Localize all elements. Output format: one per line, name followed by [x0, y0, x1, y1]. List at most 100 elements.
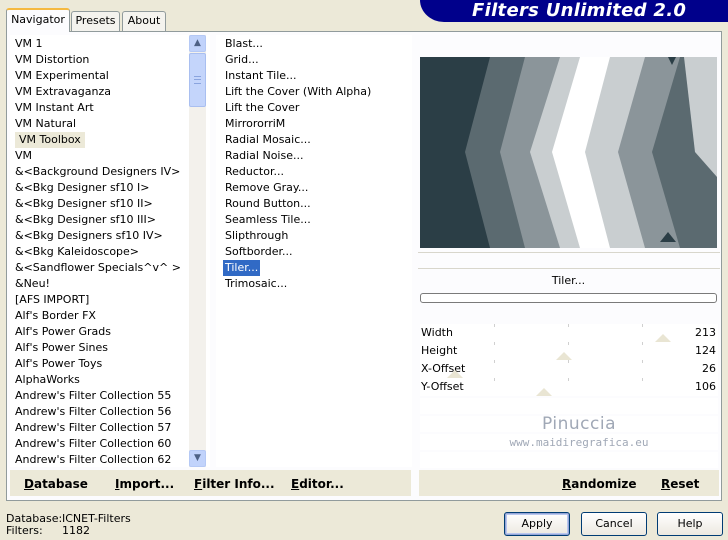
filter-info-button[interactable]: Filter Info...	[194, 476, 275, 492]
category-item[interactable]: Andrew's Filter Collection 57	[15, 420, 171, 436]
filters-label: Filters:	[6, 524, 43, 537]
slider-tick	[494, 324, 495, 327]
param-label: Height	[421, 344, 458, 357]
param-empty-row	[420, 452, 718, 468]
category-scrollbar[interactable]: ▲ ▼	[189, 35, 206, 467]
category-item[interactable]: &Neu!	[15, 276, 50, 292]
tab-about[interactable]: About	[122, 11, 166, 31]
category-item[interactable]: VM Experimental	[15, 68, 109, 84]
filter-item[interactable]: Slipthrough	[225, 228, 288, 244]
import-button[interactable]: Import...	[115, 476, 174, 492]
category-item[interactable]: [AFS IMPORT]	[15, 292, 89, 308]
category-item[interactable]: VM Extravaganza	[15, 84, 111, 100]
category-item[interactable]: &<Bkg Kaleidoscope>	[15, 244, 139, 260]
filter-item[interactable]: Round Button...	[225, 196, 311, 212]
scroll-down-button[interactable]: ▼	[189, 450, 206, 467]
category-item[interactable]: Andrew's Filter Collection 56	[15, 404, 171, 420]
editor-button[interactable]: Editor...	[291, 476, 344, 492]
slider-tick	[494, 378, 495, 381]
filter-item[interactable]: Radial Noise...	[225, 148, 303, 164]
slider-tick	[642, 342, 643, 345]
slider-pointer[interactable]	[655, 334, 672, 342]
param-label: Width	[421, 326, 453, 339]
slider-pointer[interactable]	[556, 352, 573, 360]
watermark-url: www.maidiregrafica.eu	[509, 436, 649, 449]
filter-item[interactable]: Lift the Cover	[225, 100, 299, 116]
help-button[interactable]: Help	[657, 512, 723, 536]
category-list[interactable]: VM 1 VM Distortion VM Experimental VM Extra…	[10, 35, 210, 467]
slider-pointer[interactable]	[446, 370, 463, 378]
filter-item[interactable]: Grid...	[225, 52, 259, 68]
category-item[interactable]: VM Instant Art	[15, 100, 94, 116]
app-title: Filters Unlimited 2.0	[472, 0, 687, 21]
chevron-down-icon: ▼	[194, 453, 201, 463]
param-value[interactable]: 124	[695, 342, 716, 360]
progress-bar	[420, 293, 717, 303]
param-value[interactable]: 213	[695, 324, 716, 342]
chevron-up-icon: ▲	[194, 38, 201, 48]
category-item[interactable]: &<Bkg Designer sf10 II>	[15, 196, 153, 212]
category-item[interactable]: Andrew's Filter Collection 62	[15, 452, 171, 467]
tab-presets[interactable]: Presets	[71, 11, 120, 31]
filter-item[interactable]: Radial Mosaic...	[225, 132, 311, 148]
category-item[interactable]: VM	[15, 148, 32, 164]
filter-preview	[420, 57, 717, 248]
cancel-button[interactable]: Cancel	[581, 512, 647, 536]
category-item[interactable]: VM 1	[15, 36, 43, 52]
category-item[interactable]: &<Bkg Designer sf10 III>	[15, 212, 156, 228]
randomize-button[interactable]: Randomize	[562, 476, 636, 492]
filter-list[interactable]: Blast... Grid... Instant Tile... Lift the C…	[216, 35, 412, 467]
filter-item[interactable]: Reductor...	[225, 164, 284, 180]
slider-tick	[568, 378, 569, 381]
scroll-up-button[interactable]: ▲	[189, 35, 206, 52]
param-label: Y-Offset	[421, 380, 464, 393]
category-item[interactable]: &<Sandflower Specials^v^ >	[15, 260, 181, 276]
filter-item[interactable]: Trimosaic...	[225, 276, 287, 292]
category-item[interactable]: &<Bkg Designer sf10 I>	[15, 180, 150, 196]
category-item[interactable]: Alf's Border FX	[15, 308, 96, 324]
tab-navigator[interactable]: Navigator	[6, 8, 70, 32]
grip-icon	[194, 76, 201, 84]
filter-item[interactable]: Remove Gray...	[225, 180, 308, 196]
param-empty-row	[420, 398, 718, 414]
slider-tick	[642, 324, 643, 327]
database-button[interactable]: Database	[24, 476, 88, 492]
param-value[interactable]: 26	[702, 360, 716, 378]
slider-tick	[568, 342, 569, 345]
filter-item[interactable]: Seamless Tile...	[225, 212, 311, 228]
slider-tick	[642, 360, 643, 363]
param-value[interactable]: 106	[695, 378, 716, 396]
apply-button[interactable]: Apply	[504, 512, 570, 536]
selected-filter-name: Tiler...	[551, 274, 586, 287]
param-y-offset[interactable]: Y-Offset 106	[420, 378, 718, 396]
category-item[interactable]: Alf's Power Toys	[15, 356, 102, 372]
slider-tick	[568, 360, 569, 363]
filter-item[interactable]: Lift the Cover (With Alpha)	[225, 84, 371, 100]
category-item[interactable]: Alf's Power Grads	[15, 324, 111, 340]
watermark-name: Pinuccia	[542, 414, 616, 434]
category-item[interactable]: VM Toolbox	[15, 132, 85, 148]
category-item[interactable]: Andrew's Filter Collection 55	[15, 388, 171, 404]
category-item[interactable]: Andrew's Filter Collection 60	[15, 436, 171, 452]
slider-tick	[568, 324, 569, 327]
preview-image	[420, 57, 717, 248]
slider-tick	[494, 360, 495, 363]
filter-item[interactable]: Softborder...	[225, 244, 293, 260]
category-item[interactable]: AlphaWorks	[15, 372, 80, 388]
slider-tick	[642, 378, 643, 381]
reset-button[interactable]: Reset	[661, 476, 699, 492]
filter-item[interactable]: MirrororriM	[225, 116, 285, 132]
category-item[interactable]: &<Background Designers IV>	[15, 164, 180, 180]
slider-tick	[494, 342, 495, 345]
scroll-thumb[interactable]	[189, 53, 206, 107]
param-x-offset[interactable]: X-Offset 26	[420, 360, 718, 378]
category-item[interactable]: VM Distortion	[15, 52, 89, 68]
category-item[interactable]: &<Bkg Designers sf10 IV>	[15, 228, 163, 244]
slider-pointer[interactable]	[536, 388, 553, 396]
filter-item[interactable]: Blast...	[225, 36, 263, 52]
param-width[interactable]: Width 213	[420, 324, 718, 342]
category-item[interactable]: VM Natural	[15, 116, 76, 132]
filter-item[interactable]: Instant Tile...	[225, 68, 297, 84]
filter-item[interactable]: Tiler...	[223, 260, 261, 276]
category-item[interactable]: Alf's Power Sines	[15, 340, 108, 356]
